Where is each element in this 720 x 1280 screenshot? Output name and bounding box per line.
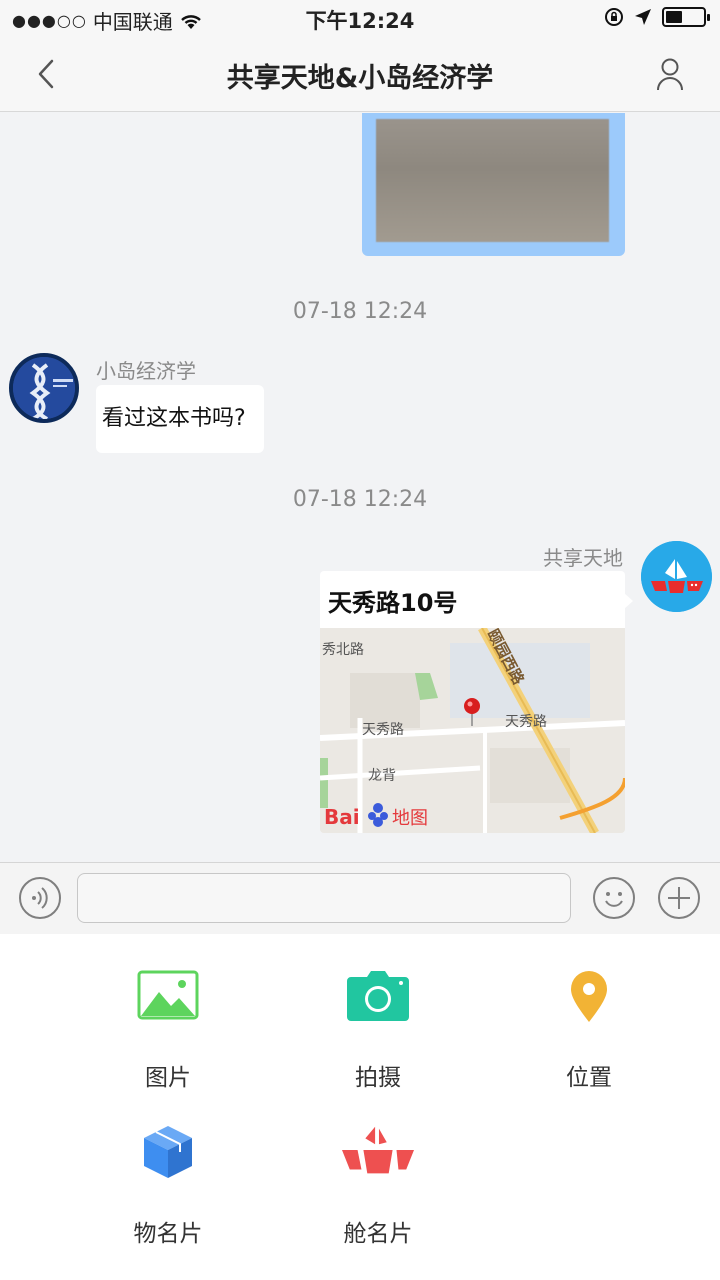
panel-item-label: 舱名片 xyxy=(343,1221,413,1247)
image-message[interactable] xyxy=(362,113,625,256)
map-road-label: 龙背 xyxy=(368,768,396,784)
panel-item-ship-card[interactable]: 舱名片 xyxy=(308,1116,448,1256)
text-message[interactable]: 看过这本书吗? xyxy=(96,385,264,453)
message-timestamp: 07-18 12:24 xyxy=(292,487,428,512)
message-photo[interactable] xyxy=(376,119,609,242)
box-icon xyxy=(132,1116,204,1188)
sender-name: 小岛经济学 xyxy=(96,359,196,383)
status-right xyxy=(604,7,710,27)
message-input[interactable] xyxy=(77,873,571,923)
status-bar: ●●●○○ 中国联通 下午12:24 xyxy=(0,0,720,36)
smiley-icon xyxy=(605,892,623,907)
more-button[interactable] xyxy=(658,877,700,919)
page-title: 共享天地&小岛经济学 xyxy=(226,63,494,94)
profile-button[interactable] xyxy=(650,52,690,96)
battery-icon xyxy=(662,7,710,27)
panel-item-location[interactable]: 位置 xyxy=(519,960,659,1100)
map-image: 秀北路 天秀路 天秀路 龙背 颐园西路 Bai 地图 xyxy=(320,628,625,833)
location-map[interactable]: 秀北路 天秀路 天秀路 龙背 颐园西路 Bai 地图 xyxy=(320,628,625,833)
book-cover-avatar-icon xyxy=(13,357,75,419)
panel-item-label: 图片 xyxy=(145,1065,191,1091)
map-logo-text: Bai xyxy=(324,805,360,829)
ship-icon xyxy=(342,1116,414,1188)
bubble-tail xyxy=(624,593,633,609)
input-bar xyxy=(0,862,720,934)
location-arrow-icon xyxy=(635,9,651,25)
rotation-lock-icon xyxy=(605,8,623,26)
message-timestamp: 07-18 12:24 xyxy=(292,299,428,324)
avatar[interactable] xyxy=(9,353,79,423)
map-logo-text: 地图 xyxy=(392,808,428,829)
location-title: 天秀路10号 xyxy=(328,589,458,617)
attachment-panel: 图片 拍摄 位置 物名片 舱名片 xyxy=(0,934,720,1280)
sender-name: 共享天地 xyxy=(543,546,623,570)
image-icon xyxy=(132,960,204,1032)
voice-button[interactable] xyxy=(19,877,61,919)
panel-item-image[interactable]: 图片 xyxy=(98,960,238,1100)
avatar[interactable] xyxy=(641,541,712,612)
map-road-label: 天秀路 xyxy=(362,722,404,738)
nav-bar: 共享天地&小岛经济学 xyxy=(0,36,720,112)
panel-item-label: 位置 xyxy=(566,1065,612,1091)
panel-item-label: 拍摄 xyxy=(355,1065,401,1091)
camera-icon xyxy=(342,960,414,1032)
location-pin-icon xyxy=(553,960,625,1032)
location-message[interactable]: 天秀路10号 秀北路 天秀路 天秀路 龙背 颐园西路 Bai 地图 xyxy=(320,571,625,833)
panel-item-camera[interactable]: 拍摄 xyxy=(308,960,448,1100)
ship-avatar-icon xyxy=(641,541,712,612)
chat-area[interactable]: 07-18 12:24 小岛经济学 看过这本书吗? 07-18 12:24 共享… xyxy=(0,113,720,863)
person-icon xyxy=(657,58,683,91)
panel-item-goods-card[interactable]: 物名片 xyxy=(98,1116,238,1256)
voice-icon xyxy=(32,887,48,909)
plus-icon xyxy=(668,887,690,909)
emoji-button[interactable] xyxy=(593,877,635,919)
panel-item-label: 物名片 xyxy=(133,1221,203,1247)
map-road-label: 天秀路 xyxy=(505,714,547,730)
map-road-label: 秀北路 xyxy=(322,642,364,658)
